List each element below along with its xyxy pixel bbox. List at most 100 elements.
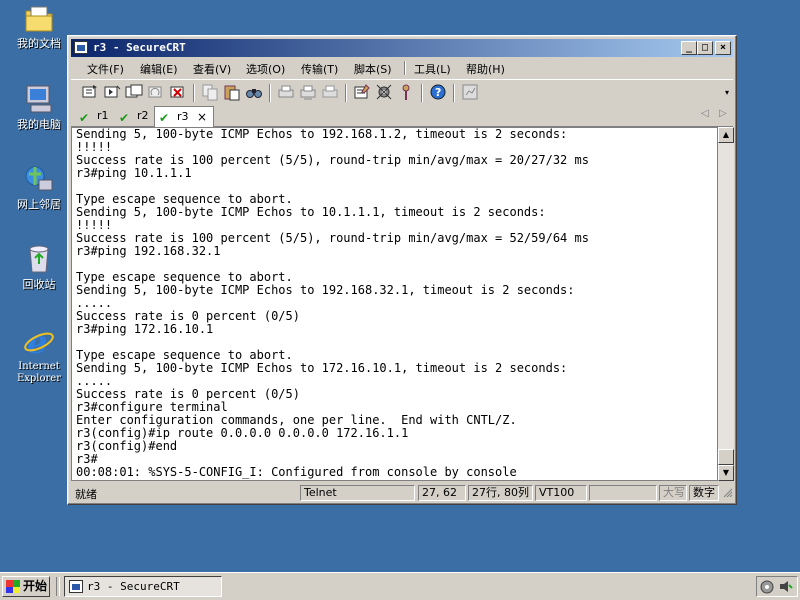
toolbar: ? ▾ [71,79,733,106]
tab-r2[interactable]: ✔ r2 [115,108,153,126]
tab-next-icon[interactable]: ▷ [719,108,727,119]
status-cursor-position: 27, 62 [418,485,466,501]
network-icon [23,163,55,195]
desktop-icon-label: Internet Explorer [16,361,62,384]
status-bar: 就绪 Telnet 27, 62 27行, 80列 VT100 大写 数字 [71,484,733,502]
menu-options[interactable]: 选项(O) [246,61,285,77]
vertical-scrollbar[interactable]: ▲ ▼ [718,127,734,481]
tab-label: r2 [137,109,149,122]
internet-explorer-icon: e [23,323,55,361]
menu-transfer[interactable]: 传输(T) [301,61,338,77]
close-button[interactable]: × [715,41,731,55]
terminal-line: Sending 5, 100-byte ICMP Echos to 192.16… [76,283,575,297]
reconnect-icon[interactable] [147,83,165,101]
taskbar-task-label: r3 - SecureCRT [87,580,180,593]
tab-r3[interactable]: ✔ r3 × [154,106,214,127]
start-button[interactable]: 开始 [2,576,50,597]
menu-tools[interactable]: 工具(L) [414,61,451,77]
status-ready: 就绪 [75,488,97,501]
print-selection-icon[interactable] [299,83,317,101]
toolbar-separator [453,84,455,102]
securecrt-app-icon [69,580,83,593]
global-options-icon[interactable] [375,83,393,101]
scroll-up-arrow-icon[interactable]: ▲ [718,127,734,143]
tab-close-icon[interactable]: × [197,107,207,127]
status-caps-lock: 大写 [659,485,687,501]
terminal-output[interactable]: Sending 5, 100-byte ICMP Echos to 192.16… [71,127,718,481]
windows-logo-icon [6,580,20,593]
quick-connect-icon[interactable] [103,83,121,101]
session-tabs: ✔ r1 ✔ r2 ✔ r3 × ◁ ▷ [71,106,733,127]
svg-text:?: ? [435,86,441,99]
menu-help[interactable]: 帮助(H) [466,61,505,77]
volume-icon[interactable] [778,579,793,594]
menu-script[interactable]: 脚本(S) [354,61,392,77]
securecrt-app-icon[interactable] [74,41,88,54]
disconnect-icon[interactable] [169,83,187,101]
desktop-icon-label: 网上邻居 [17,198,61,211]
window-title: r3 - SecureCRT [93,41,186,54]
menu-bar: 文件(F) 编辑(E) 查看(V) 选项(O) 传输(T) 脚本(S) 工具(L… [71,58,733,78]
network-status-icon[interactable] [760,579,775,594]
maximize-button[interactable]: □ [697,41,713,55]
connected-check-icon: ✔ [79,111,90,125]
desktop-icon-label: 我的电脑 [17,118,61,131]
securecrt-window: r3 - SecureCRT _ □ × 文件(F) 编辑(E) 查看(V) 选… [67,35,737,505]
terminal-line: Sending 5, 100-byte ICMP Echos to 192.16… [76,127,568,141]
desktop-icon-label: 我的文档 [17,37,61,50]
menu-file[interactable]: 文件(F) [87,61,124,77]
terminal-line: r3#ping 172.16.10.1 [76,322,214,336]
paste-icon[interactable] [223,83,241,101]
toolbar-overflow-icon[interactable]: ▾ [725,88,729,97]
desktop-icon-my-computer[interactable]: 我的电脑 [6,83,72,131]
status-empty [589,485,657,501]
connect-tab-icon[interactable] [125,83,143,101]
taskbar-securecrt-button[interactable]: r3 - SecureCRT [64,576,222,597]
system-tray [756,576,798,597]
status-protocol: Telnet [300,485,415,501]
menu-edit[interactable]: 编辑(E) [140,61,178,77]
scroll-thumb[interactable] [718,449,734,465]
copy-icon[interactable] [201,83,219,101]
terminal-line: Sending 5, 100-byte ICMP Echos to 172.16… [76,361,568,375]
status-num-lock: 数字 [689,485,719,501]
title-bar[interactable]: r3 - SecureCRT _ □ × [71,39,733,57]
terminal-line: r3#ping 192.168.32.1 [76,244,221,258]
connect-icon[interactable] [81,83,99,101]
desktop-icon-network[interactable]: 网上邻居 [6,163,72,211]
help-icon[interactable]: ? [429,83,447,101]
toolbar-separator [269,84,271,102]
tab-prev-icon[interactable]: ◁ [701,108,709,119]
minimize-button[interactable]: _ [681,41,697,55]
connected-check-icon: ✔ [119,111,130,125]
terminal-line: 00:08:01: %SYS-5-CONFIG_I: Configured fr… [76,465,517,479]
resize-grip-icon[interactable] [723,488,733,498]
taskbar-separator [56,577,60,596]
menu-separator [404,61,406,75]
desktop-icon-recycle-bin[interactable]: 回收站 [6,243,72,291]
menu-view[interactable]: 查看(V) [193,61,231,77]
taskbar: 开始 r3 - SecureCRT [0,572,800,600]
find-icon[interactable] [245,83,263,101]
tab-r1[interactable]: ✔ r1 [75,108,113,126]
desktop-icon-internet-explorer[interactable]: e Internet Explorer [6,323,72,385]
print-icon[interactable] [321,83,339,101]
toolbar-separator [421,84,423,102]
session-options-icon[interactable] [353,83,371,101]
folder-icon [23,2,55,34]
monitor-icon[interactable] [461,83,479,101]
desktop-icon-my-documents[interactable]: 我的文档 [6,2,72,50]
terminal-line: Sending 5, 100-byte ICMP Echos to 10.1.1… [76,205,546,219]
recycle-bin-icon [23,243,55,275]
scroll-down-arrow-icon[interactable]: ▼ [718,465,734,481]
toolbar-separator [193,84,195,102]
status-terminal-size: 27行, 80列 [468,485,533,501]
status-emulation: VT100 [535,485,587,501]
print-setup-icon[interactable] [277,83,295,101]
start-label: 开始 [23,579,48,593]
toolbar-separator [345,84,347,102]
computer-icon [23,83,55,115]
keymap-icon[interactable] [397,83,415,101]
tab-label: r1 [97,109,109,122]
desktop-icon-label: 回收站 [22,278,56,291]
